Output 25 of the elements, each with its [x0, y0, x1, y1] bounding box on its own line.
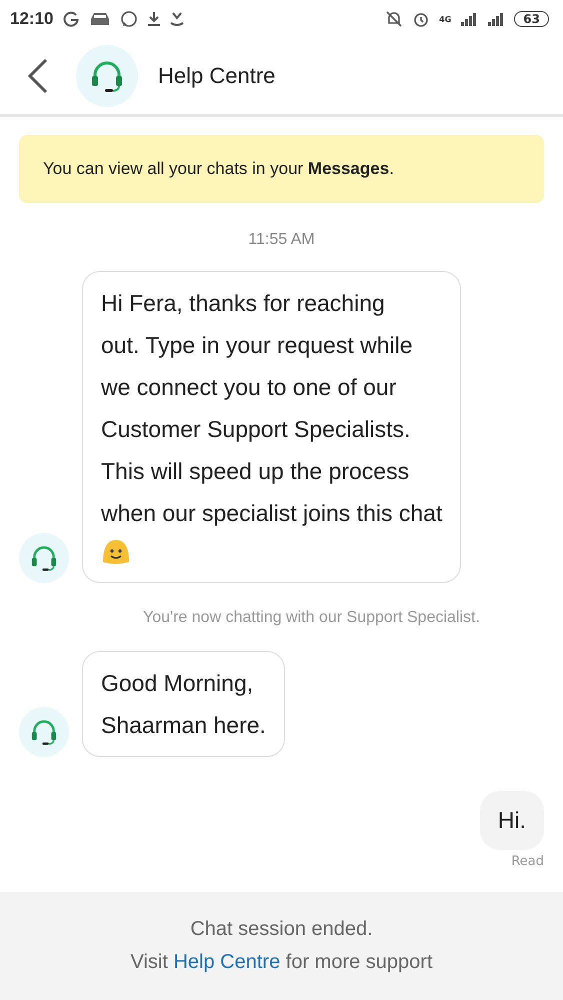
back-button[interactable] — [26, 58, 50, 94]
agent-avatar-icon — [19, 707, 69, 757]
muted-bell-icon — [385, 10, 404, 28]
agent-message: Hi Fera, thanks for reaching out. Type in your request while we connect you to one of our Customer Support Specialists. This will speed up the process when our specialist joins this chat — [82, 271, 462, 583]
read-status: Read — [511, 854, 544, 869]
google-icon — [62, 10, 80, 28]
chat-bubble-icon — [120, 10, 138, 28]
battery-indicator: 63 — [514, 11, 549, 27]
status-time: 12:10 — [10, 9, 54, 29]
agent-message: Good Morning, Shaarman here. — [82, 651, 285, 757]
alarm-icon — [412, 10, 430, 28]
timestamp: 11:55 AM — [247, 231, 316, 249]
help-centre-link[interactable]: Help Centre — [173, 951, 280, 973]
system-notice: You're now chatting with our Support Specialist. — [142, 609, 481, 627]
agent-avatar-icon — [19, 533, 69, 583]
headset-icon — [76, 45, 138, 107]
signal-icon — [460, 12, 478, 26]
info-banner: You can view all your chats in your Messages. — [19, 135, 544, 203]
session-ended-text: Chat session ended. — [190, 918, 373, 941]
signal-icon — [487, 12, 506, 26]
footer-text: for more support — [286, 951, 432, 973]
header-title: Help Centre — [158, 63, 276, 89]
footer-text: Visit — [130, 951, 168, 973]
user-message: Hi. — [480, 791, 544, 850]
network-label: 4G — [439, 14, 452, 24]
